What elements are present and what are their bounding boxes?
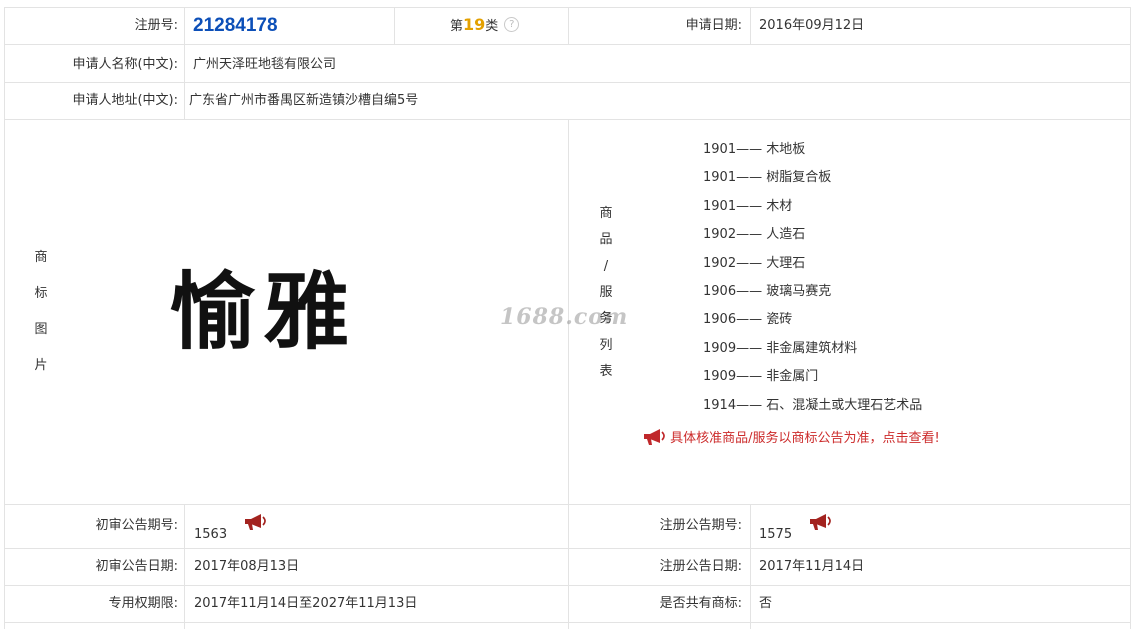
label-char: 商 — [34, 250, 48, 265]
list-item: 1909—— 非金属门 — [703, 369, 922, 397]
goods-name: 木材 — [766, 198, 793, 214]
goods-name: 木地板 — [766, 142, 806, 157]
exclusive-period-label: 专用权期限: — [108, 596, 178, 611]
reg-announce-no-label: 注册公告期号: — [659, 518, 742, 533]
list-item: 1914—— 石、混凝土或大理石艺术品 — [703, 398, 922, 426]
col-divider — [184, 7, 185, 119]
goods-name: 树脂复合板 — [766, 170, 832, 186]
col-divider — [394, 7, 395, 44]
goods-name: 石、混凝土或大理石艺术品 — [766, 397, 923, 413]
list-item: 1902—— 大理石 — [703, 256, 922, 284]
reg-no-value: 21284178 — [193, 15, 278, 36]
list-item: 1901—— 木地板 — [703, 142, 922, 170]
megaphone-icon — [644, 429, 665, 445]
applicant-name-label: 申请人名称(中文): — [72, 57, 178, 72]
applicant-address-value: 广东省广州市番禺区新造镇沙槽自编5号 — [189, 93, 419, 108]
row-divider — [4, 44, 1131, 45]
label-char: / — [603, 259, 609, 274]
row-divider — [4, 82, 1131, 83]
prelim-no-value: 1563 — [194, 514, 267, 542]
goods-name: 大理石 — [766, 255, 806, 271]
goods-name: 非金属门 — [766, 369, 819, 385]
prelim-no-label: 初审公告期号: — [95, 518, 178, 533]
label-char: 标 — [34, 286, 48, 301]
goods-code: 1901—— — [703, 170, 763, 186]
col-divider — [750, 7, 751, 44]
goods-code: 1906—— — [703, 283, 763, 299]
list-item: 1909—— 非金属建筑材料 — [703, 341, 922, 369]
list-item: 1901—— 木材 — [703, 199, 922, 227]
list-item: 1902—— 人造石 — [703, 227, 922, 255]
label-char: 图 — [34, 322, 48, 337]
label-char: 务 — [599, 311, 613, 326]
megaphone-icon[interactable] — [808, 514, 832, 530]
col-divider — [750, 504, 751, 629]
reg-no-label: 注册号: — [134, 18, 178, 33]
goods-code: 1902—— — [703, 255, 763, 271]
reg-date-value: 2017年11月14日 — [759, 559, 865, 574]
exclusive-period-value: 2017年11月14日至2027年11月13日 — [194, 596, 418, 611]
apply-date-value: 2016年09月12日 — [759, 18, 865, 33]
list-item: 1901—— 树脂复合板 — [703, 170, 922, 198]
goods-code: 1901—— — [703, 198, 763, 214]
megaphone-icon[interactable] — [243, 514, 267, 530]
goods-name: 瓷砖 — [766, 312, 793, 328]
label-char: 表 — [599, 364, 613, 379]
apply-date-label: 申请日期: — [685, 18, 742, 33]
goods-notice-text: 具体核准商品/服务以商标公告为准，点击查看! — [670, 431, 940, 446]
question-circle-icon[interactable]: ? — [504, 17, 520, 32]
class-number: 19 — [463, 15, 486, 34]
col-divider — [568, 7, 569, 44]
goods-name: 玻璃马赛克 — [766, 283, 832, 299]
list-item: 1906—— 瓷砖 — [703, 312, 922, 340]
list-item: 1906—— 玻璃马赛克 — [703, 284, 922, 312]
shared-mark-value: 否 — [759, 596, 773, 611]
goods-name: 非金属建筑材料 — [766, 340, 858, 356]
table-border-left — [4, 7, 5, 629]
prelim-no-text: 1563 — [194, 527, 228, 542]
col-divider — [568, 119, 569, 629]
applicant-address-label: 申请人地址(中文): — [72, 93, 178, 108]
shared-mark-label: 是否共有商标: — [659, 596, 742, 611]
goods-code: 1909—— — [703, 340, 763, 356]
goods-list: 1901—— 木地板 1901—— 树脂复合板 1901—— 木材 1902——… — [703, 142, 922, 426]
class-info: 第19类? — [450, 15, 520, 35]
applicant-name-value: 广州天泽旺地毯有限公司 — [193, 57, 337, 72]
reg-date-label: 注册公告日期: — [659, 559, 742, 574]
goods-code: 1906—— — [703, 312, 763, 328]
label-char: 片 — [34, 358, 48, 373]
label-char: 列 — [599, 338, 613, 353]
prelim-date-label: 初审公告日期: — [95, 559, 178, 574]
label-char: 品 — [599, 232, 613, 247]
reg-announce-no-text: 1575 — [759, 527, 793, 542]
goods-code: 1914—— — [703, 397, 763, 413]
class-suffix: 类 — [485, 19, 499, 34]
goods-code: 1902—— — [703, 227, 763, 243]
goods-notice-link[interactable]: 具体核准商品/服务以商标公告为准，点击查看! — [642, 427, 940, 446]
goods-code: 1909—— — [703, 369, 763, 385]
col-divider — [184, 504, 185, 629]
label-char: 商 — [599, 206, 613, 221]
goods-name: 人造石 — [766, 227, 806, 243]
trademark-image: 愉雅 — [169, 263, 358, 361]
goods-code: 1901—— — [703, 142, 763, 157]
class-prefix: 第 — [450, 19, 464, 34]
reg-announce-no-value: 1575 — [759, 514, 832, 542]
label-char: 服 — [599, 285, 613, 300]
prelim-date-value: 2017年08月13日 — [194, 559, 300, 574]
table-border-right — [1130, 7, 1131, 629]
